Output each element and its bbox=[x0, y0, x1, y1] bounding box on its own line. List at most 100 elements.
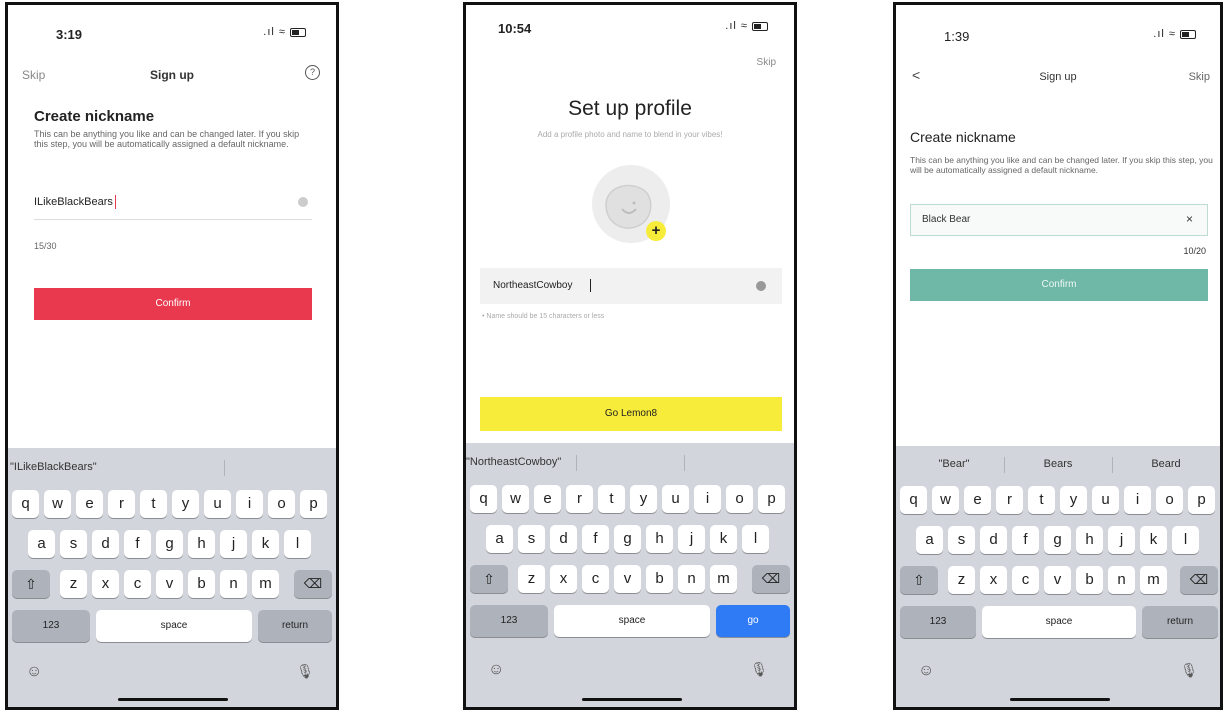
key-l[interactable]: l bbox=[284, 530, 311, 558]
key-c[interactable]: c bbox=[1012, 566, 1039, 594]
key-t[interactable]: t bbox=[140, 490, 167, 518]
emoji-icon[interactable]: ☺ bbox=[26, 663, 42, 681]
help-icon[interactable]: ? bbox=[305, 65, 320, 80]
key-k[interactable]: k bbox=[1140, 526, 1167, 554]
key-n[interactable]: n bbox=[1108, 566, 1135, 594]
key-o[interactable]: o bbox=[726, 485, 753, 513]
clear-icon[interactable]: × bbox=[1186, 212, 1193, 226]
suggestion-1[interactable]: "ILikeBlackBears" bbox=[10, 461, 97, 473]
key-z[interactable]: z bbox=[518, 565, 545, 593]
key-t[interactable]: t bbox=[1028, 486, 1055, 514]
key-i[interactable]: i bbox=[1124, 486, 1151, 514]
key-m[interactable]: m bbox=[710, 565, 737, 593]
key-u[interactable]: u bbox=[1092, 486, 1119, 514]
key-h[interactable]: h bbox=[1076, 526, 1103, 554]
suggestion-1[interactable]: "Bear" bbox=[906, 458, 1002, 470]
skip-link[interactable]: Skip bbox=[757, 57, 776, 68]
mic-icon[interactable]: 🎙 bbox=[750, 661, 768, 678]
key-e[interactable]: e bbox=[964, 486, 991, 514]
key-m[interactable]: m bbox=[252, 570, 279, 598]
key-w[interactable]: w bbox=[502, 485, 529, 513]
key-u[interactable]: u bbox=[662, 485, 689, 513]
delete-key[interactable]: ⌫ bbox=[752, 565, 790, 593]
key-l[interactable]: l bbox=[742, 525, 769, 553]
key-q[interactable]: q bbox=[12, 490, 39, 518]
nickname-input[interactable]: Black Bear bbox=[922, 214, 970, 225]
key-v[interactable]: v bbox=[614, 565, 641, 593]
key-i[interactable]: i bbox=[236, 490, 263, 518]
key-q[interactable]: q bbox=[470, 485, 497, 513]
skip-link[interactable]: Skip bbox=[1189, 71, 1210, 83]
key-d[interactable]: d bbox=[550, 525, 577, 553]
key-r[interactable]: r bbox=[108, 490, 135, 518]
key-t[interactable]: t bbox=[598, 485, 625, 513]
key-u[interactable]: u bbox=[204, 490, 231, 518]
key-v[interactable]: v bbox=[1044, 566, 1071, 594]
nickname-field[interactable]: ILikeBlackBears bbox=[34, 191, 312, 220]
emoji-icon[interactable]: ☺ bbox=[918, 662, 934, 680]
key-s[interactable]: s bbox=[518, 525, 545, 553]
key-n[interactable]: n bbox=[678, 565, 705, 593]
key-c[interactable]: c bbox=[124, 570, 151, 598]
key-b[interactable]: b bbox=[1076, 566, 1103, 594]
key-b[interactable]: b bbox=[188, 570, 215, 598]
key-y[interactable]: y bbox=[1060, 486, 1087, 514]
emoji-icon[interactable]: ☺ bbox=[488, 661, 504, 679]
key-r[interactable]: r bbox=[566, 485, 593, 513]
key-p[interactable]: p bbox=[300, 490, 327, 518]
return-key[interactable]: return bbox=[1142, 606, 1218, 638]
shift-key[interactable]: ⇧ bbox=[900, 566, 938, 594]
key-y[interactable]: y bbox=[172, 490, 199, 518]
key-z[interactable]: z bbox=[948, 566, 975, 594]
suggestion-2[interactable]: Bears bbox=[1006, 458, 1110, 470]
key-x[interactable]: x bbox=[980, 566, 1007, 594]
key-p[interactable]: p bbox=[1188, 486, 1215, 514]
clear-icon[interactable] bbox=[298, 197, 308, 207]
key-o[interactable]: o bbox=[1156, 486, 1183, 514]
key-g[interactable]: g bbox=[614, 525, 641, 553]
key-d[interactable]: d bbox=[92, 530, 119, 558]
key-r[interactable]: r bbox=[996, 486, 1023, 514]
key-f[interactable]: f bbox=[124, 530, 151, 558]
shift-key[interactable]: ⇧ bbox=[12, 570, 50, 598]
return-key[interactable]: return bbox=[258, 610, 332, 642]
key-e[interactable]: e bbox=[76, 490, 103, 518]
key-j[interactable]: j bbox=[1108, 526, 1135, 554]
add-photo-icon[interactable]: + bbox=[646, 221, 666, 241]
key-l[interactable]: l bbox=[1172, 526, 1199, 554]
suggestion-1[interactable]: "NortheastCowboy" bbox=[466, 456, 561, 468]
key-g[interactable]: g bbox=[156, 530, 183, 558]
key-s[interactable]: s bbox=[948, 526, 975, 554]
key-w[interactable]: w bbox=[932, 486, 959, 514]
nickname-input[interactable]: ILikeBlackBears bbox=[34, 196, 113, 208]
mic-icon[interactable]: 🎙 bbox=[296, 663, 314, 680]
clear-icon[interactable] bbox=[756, 281, 766, 291]
key-f[interactable]: f bbox=[582, 525, 609, 553]
space-key[interactable]: space bbox=[554, 605, 710, 637]
key-j[interactable]: j bbox=[678, 525, 705, 553]
key-y[interactable]: y bbox=[630, 485, 657, 513]
go-key[interactable]: go bbox=[716, 605, 790, 637]
key-v[interactable]: v bbox=[156, 570, 183, 598]
confirm-button[interactable]: Confirm bbox=[910, 269, 1208, 301]
key-f[interactable]: f bbox=[1012, 526, 1039, 554]
name-field[interactable]: NortheastCowboy bbox=[480, 268, 782, 304]
space-key[interactable]: space bbox=[982, 606, 1136, 638]
key-m[interactable]: m bbox=[1140, 566, 1167, 594]
key-a[interactable]: a bbox=[28, 530, 55, 558]
nickname-field[interactable]: Black Bear × bbox=[910, 204, 1208, 236]
key-h[interactable]: h bbox=[188, 530, 215, 558]
key-k[interactable]: k bbox=[710, 525, 737, 553]
key-a[interactable]: a bbox=[486, 525, 513, 553]
key-h[interactable]: h bbox=[646, 525, 673, 553]
go-lemon8-button[interactable]: Go Lemon8 bbox=[480, 397, 782, 431]
key-k[interactable]: k bbox=[252, 530, 279, 558]
key-d[interactable]: d bbox=[980, 526, 1007, 554]
numbers-key[interactable]: 123 bbox=[12, 610, 90, 642]
key-s[interactable]: s bbox=[60, 530, 87, 558]
key-j[interactable]: j bbox=[220, 530, 247, 558]
key-b[interactable]: b bbox=[646, 565, 673, 593]
key-z[interactable]: z bbox=[60, 570, 87, 598]
key-w[interactable]: w bbox=[44, 490, 71, 518]
numbers-key[interactable]: 123 bbox=[470, 605, 548, 637]
